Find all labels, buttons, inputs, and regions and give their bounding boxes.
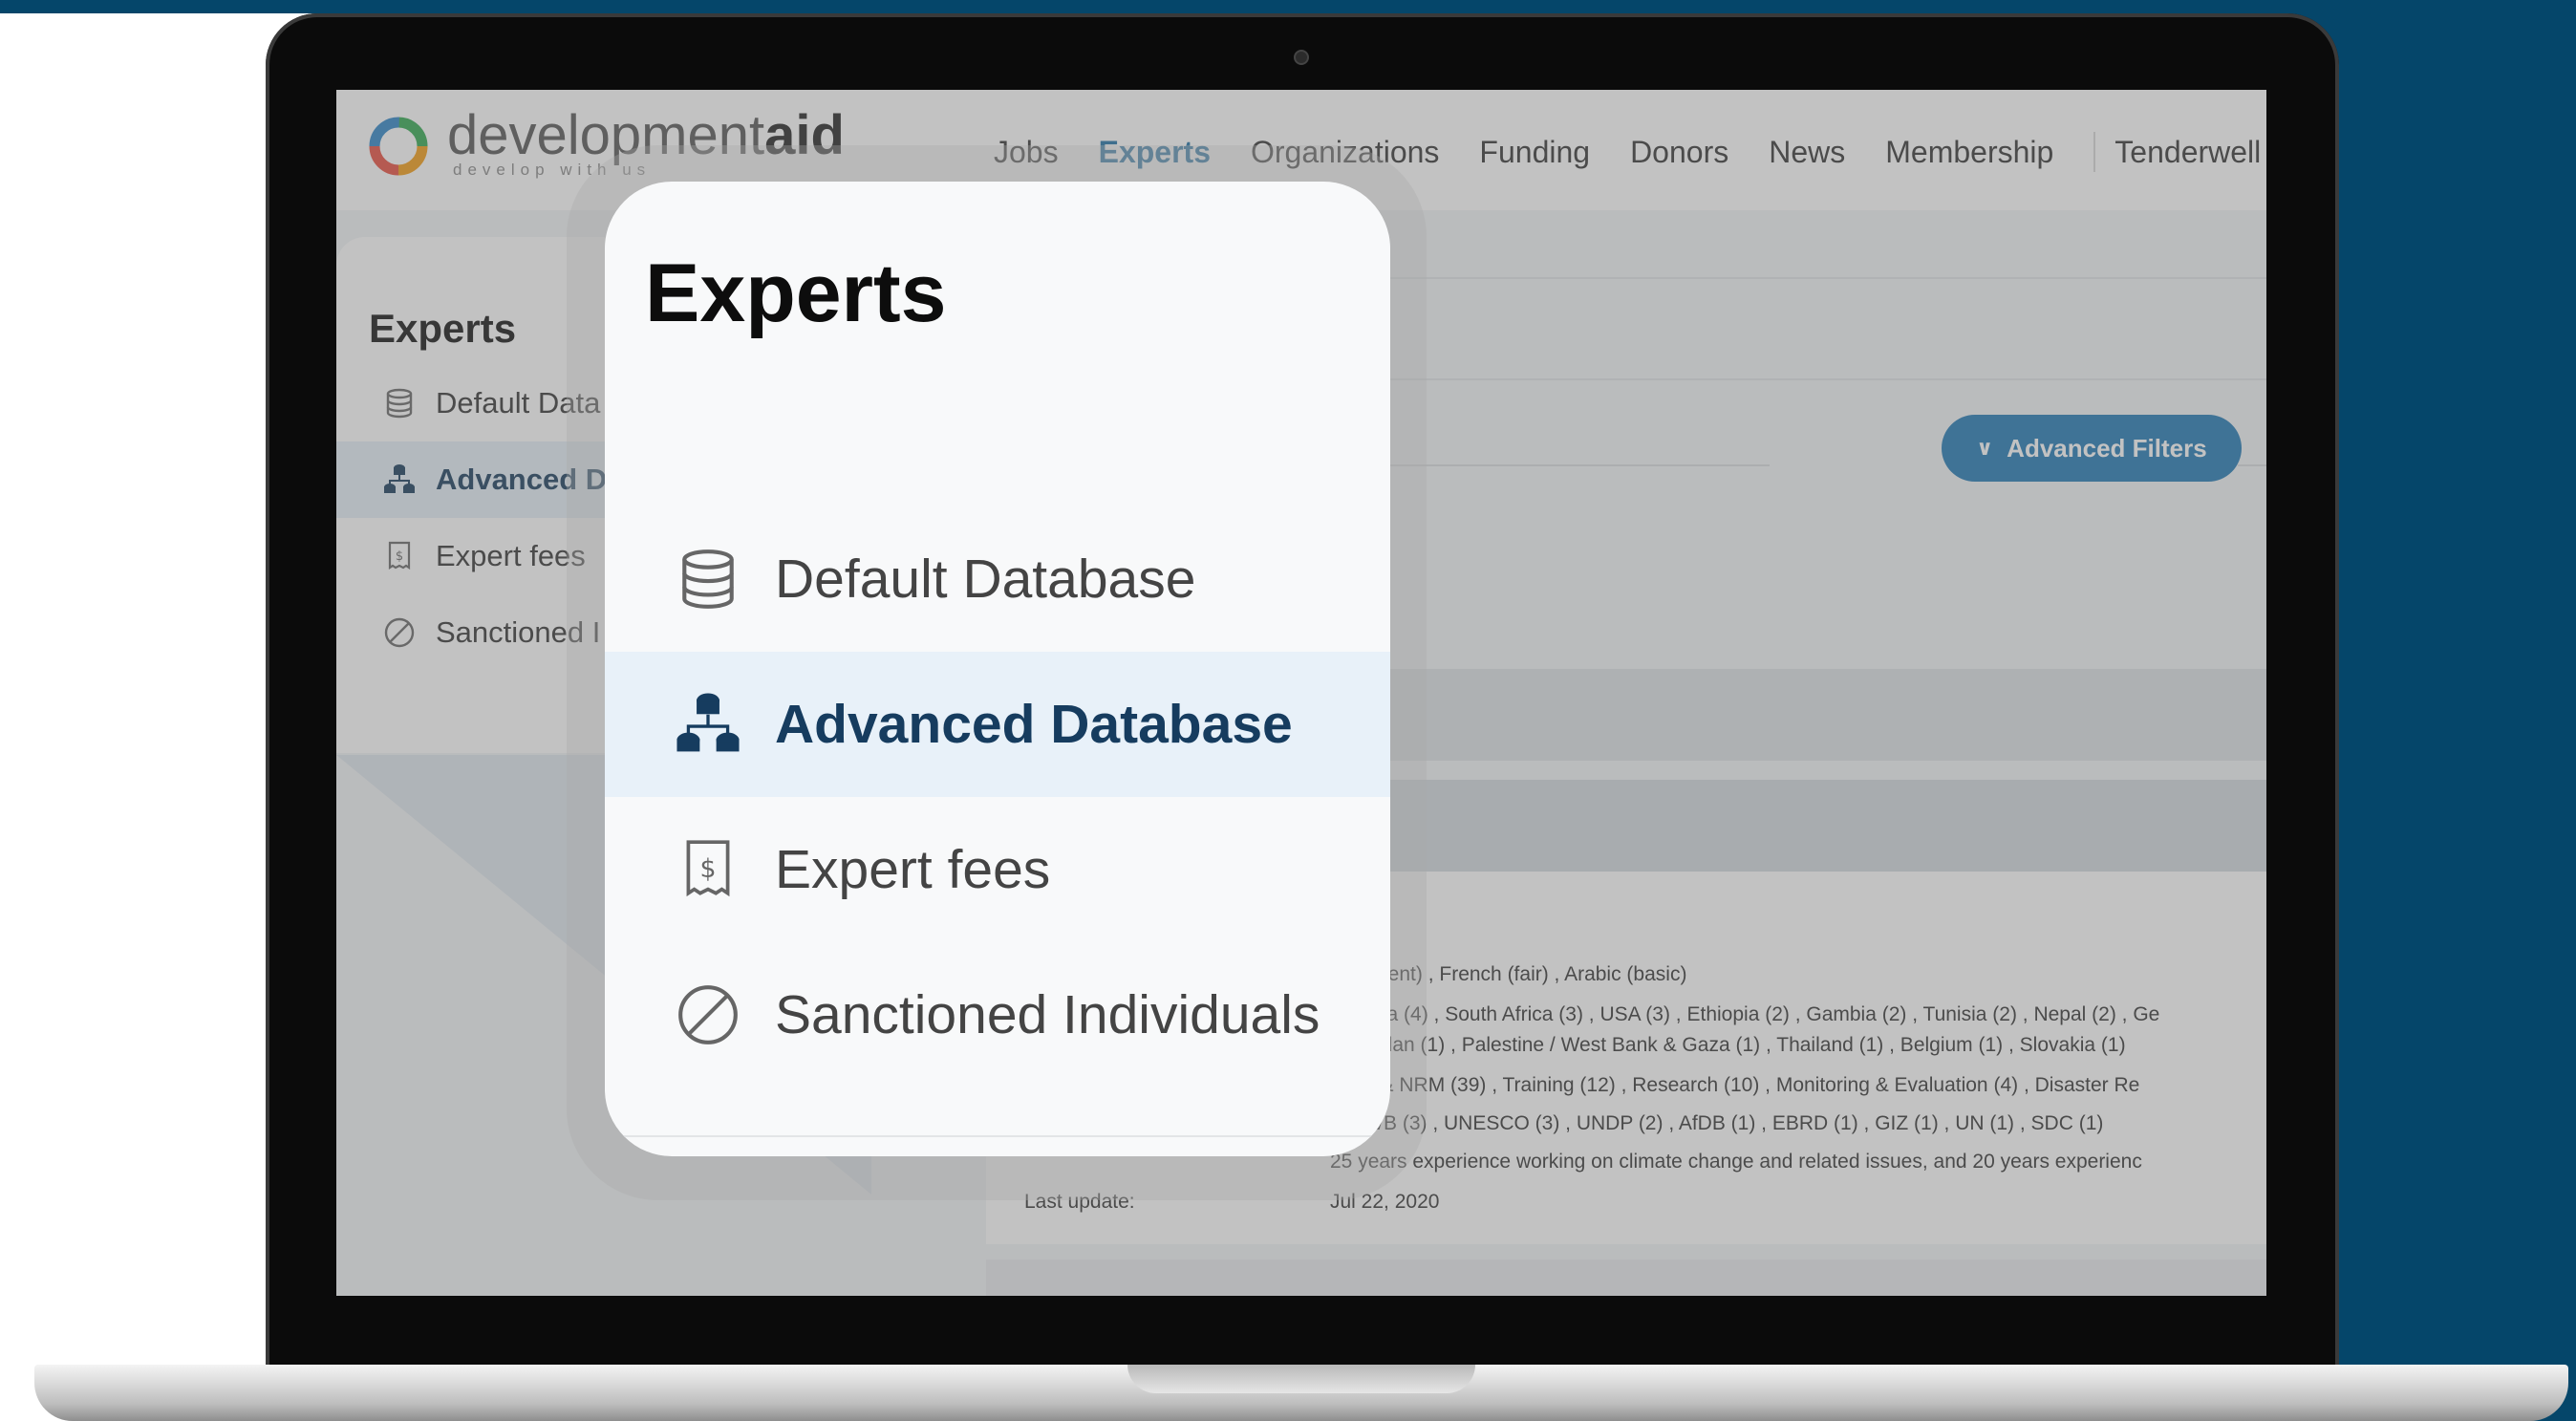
menu-item-label: Sanctioned Individuals: [775, 984, 1320, 1045]
menu-item-label: Advanced Database: [775, 694, 1293, 755]
navy-top-strip: [0, 0, 2576, 13]
ban-icon: [674, 980, 742, 1049]
receipt-dollar-icon: $: [674, 835, 742, 904]
svg-text:$: $: [699, 854, 716, 884]
menu-item-advanced-database[interactable]: Advanced Database: [605, 652, 1390, 797]
popup-title: Experts: [645, 248, 947, 339]
menu-item-label: Expert fees: [775, 839, 1051, 900]
experts-menu-zoom: Experts Default Database Advanced Databa…: [605, 182, 1390, 1156]
hierarchy-database-icon: [674, 690, 742, 759]
database-icon: [674, 545, 742, 614]
menu-item-expert-fees[interactable]: $ Expert fees: [605, 797, 1390, 942]
divider: [605, 1135, 1390, 1137]
camera-icon: [1294, 50, 1309, 65]
menu-item-default-database[interactable]: Default Database: [605, 506, 1390, 652]
menu-item-sanctioned-individuals[interactable]: Sanctioned Individuals: [605, 942, 1390, 1087]
laptop-base-notch: [1127, 1365, 1475, 1393]
menu-item-label: Default Database: [775, 549, 1196, 610]
